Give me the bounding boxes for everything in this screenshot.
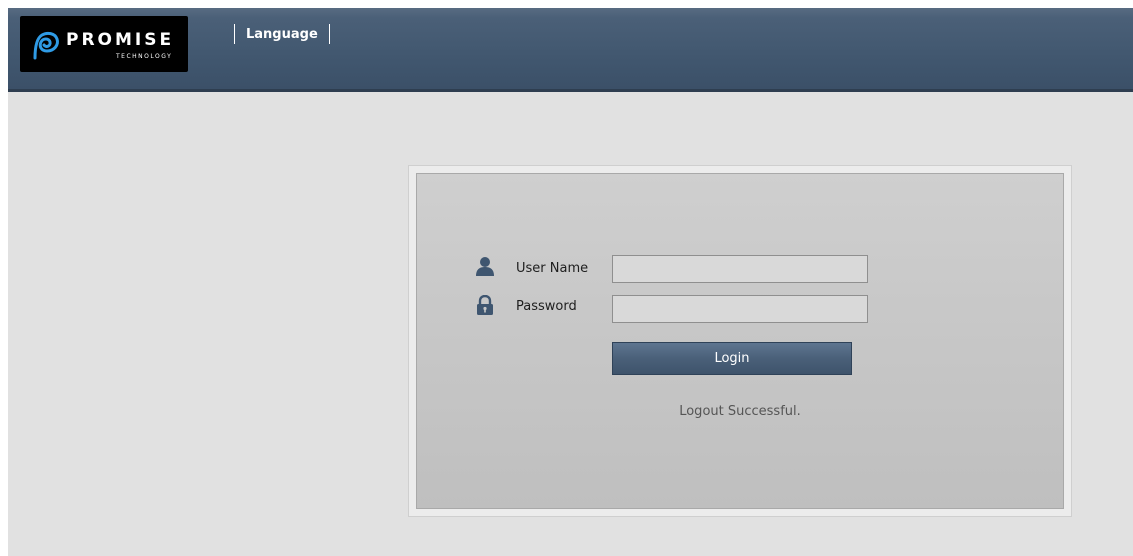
promise-logo: PROMISE TECHNOLOGY [20, 16, 188, 72]
nav-divider [328, 24, 330, 44]
password-label: Password [516, 299, 577, 314]
login-form: User Name Password Login Logout Successf… [416, 173, 1064, 509]
language-menu[interactable]: Language [235, 27, 329, 42]
username-label: User Name [516, 261, 589, 276]
promise-logo-icon [33, 31, 59, 60]
top-nav: Language [234, 24, 330, 44]
page: PROMISE TECHNOLOGY Language User Name Pa… [0, 0, 1133, 556]
password-input[interactable] [612, 295, 868, 323]
logo-wordmark: PROMISE [66, 30, 175, 50]
status-message: Logout Successful. [679, 404, 801, 419]
logo-tagline: TECHNOLOGY [116, 53, 173, 60]
lock-icon [477, 295, 493, 315]
login-button[interactable]: Login [612, 342, 852, 375]
username-input[interactable] [612, 255, 868, 283]
user-icon [476, 257, 494, 276]
login-panel: User Name Password Login Logout Successf… [408, 165, 1072, 517]
main-area: User Name Password Login Logout Successf… [8, 92, 1133, 556]
top-header: PROMISE TECHNOLOGY Language [8, 8, 1133, 92]
